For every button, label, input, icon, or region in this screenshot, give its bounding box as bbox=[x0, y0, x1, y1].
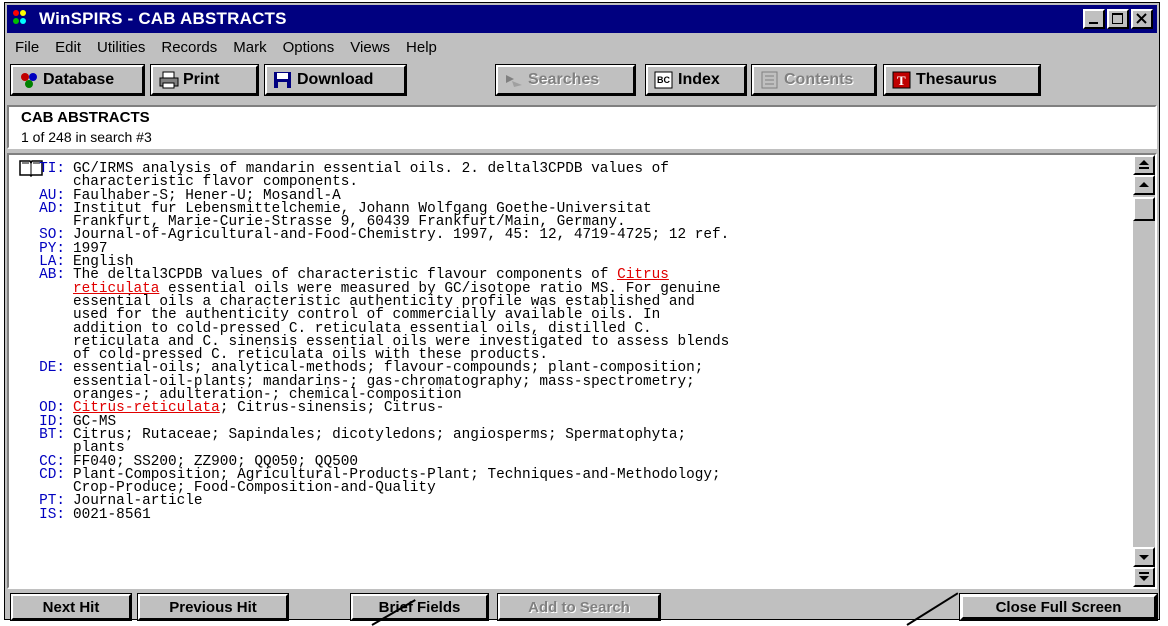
record-header-pane: CAB ABSTRACTS 1 of 248 in search #3 bbox=[7, 105, 1157, 149]
field-label: AB: bbox=[39, 267, 65, 284]
winspirs-app-icon[interactable] bbox=[13, 10, 31, 28]
index-icon: BC bbox=[654, 71, 674, 89]
thesaurus-label: Thesaurus bbox=[916, 71, 997, 88]
menu-utilities[interactable]: Utilities bbox=[97, 39, 145, 56]
print-label: Print bbox=[183, 71, 220, 88]
winspirs-window: WinSPIRS - CAB ABSTRACTS File Edit Utili… bbox=[4, 2, 1160, 621]
field-text: Citrus; Rutaceae; Sapindales; dicotyledo… bbox=[73, 426, 687, 443]
field-label: CD: bbox=[39, 466, 65, 483]
record-display-pane[interactable]: TI: GC/IRMS analysis of mandarin essentia… bbox=[7, 153, 1157, 589]
record-line: SO: Journal-of-Agricultural-and-Food-Chem… bbox=[9, 227, 730, 244]
contents-button[interactable]: Contents bbox=[751, 64, 877, 96]
field-label bbox=[9, 336, 73, 349]
brief-fields-button[interactable]: Brief Fields bbox=[350, 593, 489, 621]
print-button[interactable]: Print bbox=[150, 64, 259, 96]
scroll-up-button[interactable] bbox=[1133, 175, 1155, 195]
menu-help[interactable]: Help bbox=[406, 39, 437, 56]
field-text-content: Citrus; Rutaceae; Sapindales; dicotyledo… bbox=[73, 426, 687, 443]
field-text-content: ; Citrus-sinensis; Citrus- bbox=[219, 400, 445, 417]
svg-text:BC: BC bbox=[657, 75, 670, 85]
field-label bbox=[9, 309, 73, 322]
field-text-content: Journal-of-Agricultural-and-Food-Chemist… bbox=[73, 227, 730, 244]
contents-label: Contents bbox=[784, 71, 854, 88]
download-button[interactable]: Download bbox=[264, 64, 407, 96]
menu-edit[interactable]: Edit bbox=[55, 39, 81, 56]
scroll-down-button[interactable] bbox=[1133, 547, 1155, 567]
thesaurus-icon: T bbox=[892, 71, 912, 89]
searches-button[interactable]: Searches bbox=[495, 64, 636, 96]
scroll-top-button[interactable] bbox=[1133, 155, 1155, 175]
field-label: AD: bbox=[39, 200, 65, 217]
database-button[interactable]: Database bbox=[10, 64, 145, 96]
thesaurus-button[interactable]: T Thesaurus bbox=[883, 64, 1041, 96]
searches-label: Searches bbox=[528, 71, 600, 88]
menu-file[interactable]: File bbox=[15, 39, 39, 56]
index-button[interactable]: BC Index bbox=[645, 64, 747, 96]
field-label: BT: bbox=[39, 426, 65, 443]
field-label: TI: bbox=[39, 161, 65, 177]
field-text: Citrus-reticulata; Citrus-sinensis; Citr… bbox=[73, 400, 445, 417]
menu-views[interactable]: Views bbox=[350, 39, 390, 56]
printer-icon bbox=[159, 71, 179, 89]
index-label: Index bbox=[678, 71, 720, 88]
scroll-thumb[interactable] bbox=[1133, 197, 1155, 221]
database-label: Database bbox=[43, 71, 115, 88]
field-text-content: 0021-8561 bbox=[73, 506, 151, 523]
record-line: IS: 0021-8561 bbox=[9, 506, 729, 523]
record-fields: TI: GC/IRMS analysis of mandarin essentia… bbox=[9, 161, 730, 523]
add-to-search-button[interactable]: Add to Search bbox=[497, 593, 661, 621]
scroll-bottom-button[interactable] bbox=[1133, 567, 1155, 587]
title-bar[interactable]: WinSPIRS - CAB ABSTRACTS bbox=[7, 5, 1157, 33]
toolbar: Database Print Download Searches BC Inde… bbox=[7, 63, 1157, 99]
previous-hit-button[interactable]: Previous Hit bbox=[137, 593, 289, 621]
bottom-button-bar: Next Hit Previous Hit Brief Fields Add t… bbox=[7, 593, 1158, 621]
field-label bbox=[9, 283, 73, 296]
contents-icon bbox=[760, 71, 780, 89]
floppy-disk-icon bbox=[273, 71, 293, 89]
field-label bbox=[9, 323, 73, 336]
menu-records[interactable]: Records bbox=[161, 39, 217, 56]
maximize-button[interactable] bbox=[1107, 9, 1129, 29]
menu-mark[interactable]: Mark bbox=[233, 39, 266, 56]
field-label bbox=[9, 376, 73, 389]
vertical-scrollbar[interactable] bbox=[1133, 155, 1155, 587]
menu-options[interactable]: Options bbox=[283, 39, 335, 56]
record-position: 1 of 248 in search #3 bbox=[21, 129, 152, 145]
field-text: 0021-8561 bbox=[73, 506, 151, 523]
record-line: OD: Citrus-reticulata; Citrus-sinensis; C… bbox=[9, 400, 729, 417]
field-label: DE: bbox=[39, 360, 65, 377]
close-button[interactable] bbox=[1131, 9, 1153, 29]
window-title: WinSPIRS - CAB ABSTRACTS bbox=[39, 9, 287, 28]
searches-icon bbox=[504, 71, 524, 89]
close-full-screen-button[interactable]: Close Full Screen bbox=[959, 593, 1158, 621]
field-label: IS: bbox=[39, 506, 65, 523]
next-hit-button[interactable]: Next Hit bbox=[10, 593, 132, 621]
database-name: CAB ABSTRACTS bbox=[21, 109, 150, 126]
svg-text:T: T bbox=[897, 73, 906, 88]
field-text: Journal-of-Agricultural-and-Food-Chemist… bbox=[73, 227, 730, 244]
minimize-button[interactable] bbox=[1083, 9, 1105, 29]
database-icon bbox=[19, 71, 39, 89]
field-label bbox=[9, 296, 73, 309]
download-label: Download bbox=[297, 71, 374, 88]
menu-bar: File Edit Utilities Records Mark Options… bbox=[7, 35, 1157, 59]
